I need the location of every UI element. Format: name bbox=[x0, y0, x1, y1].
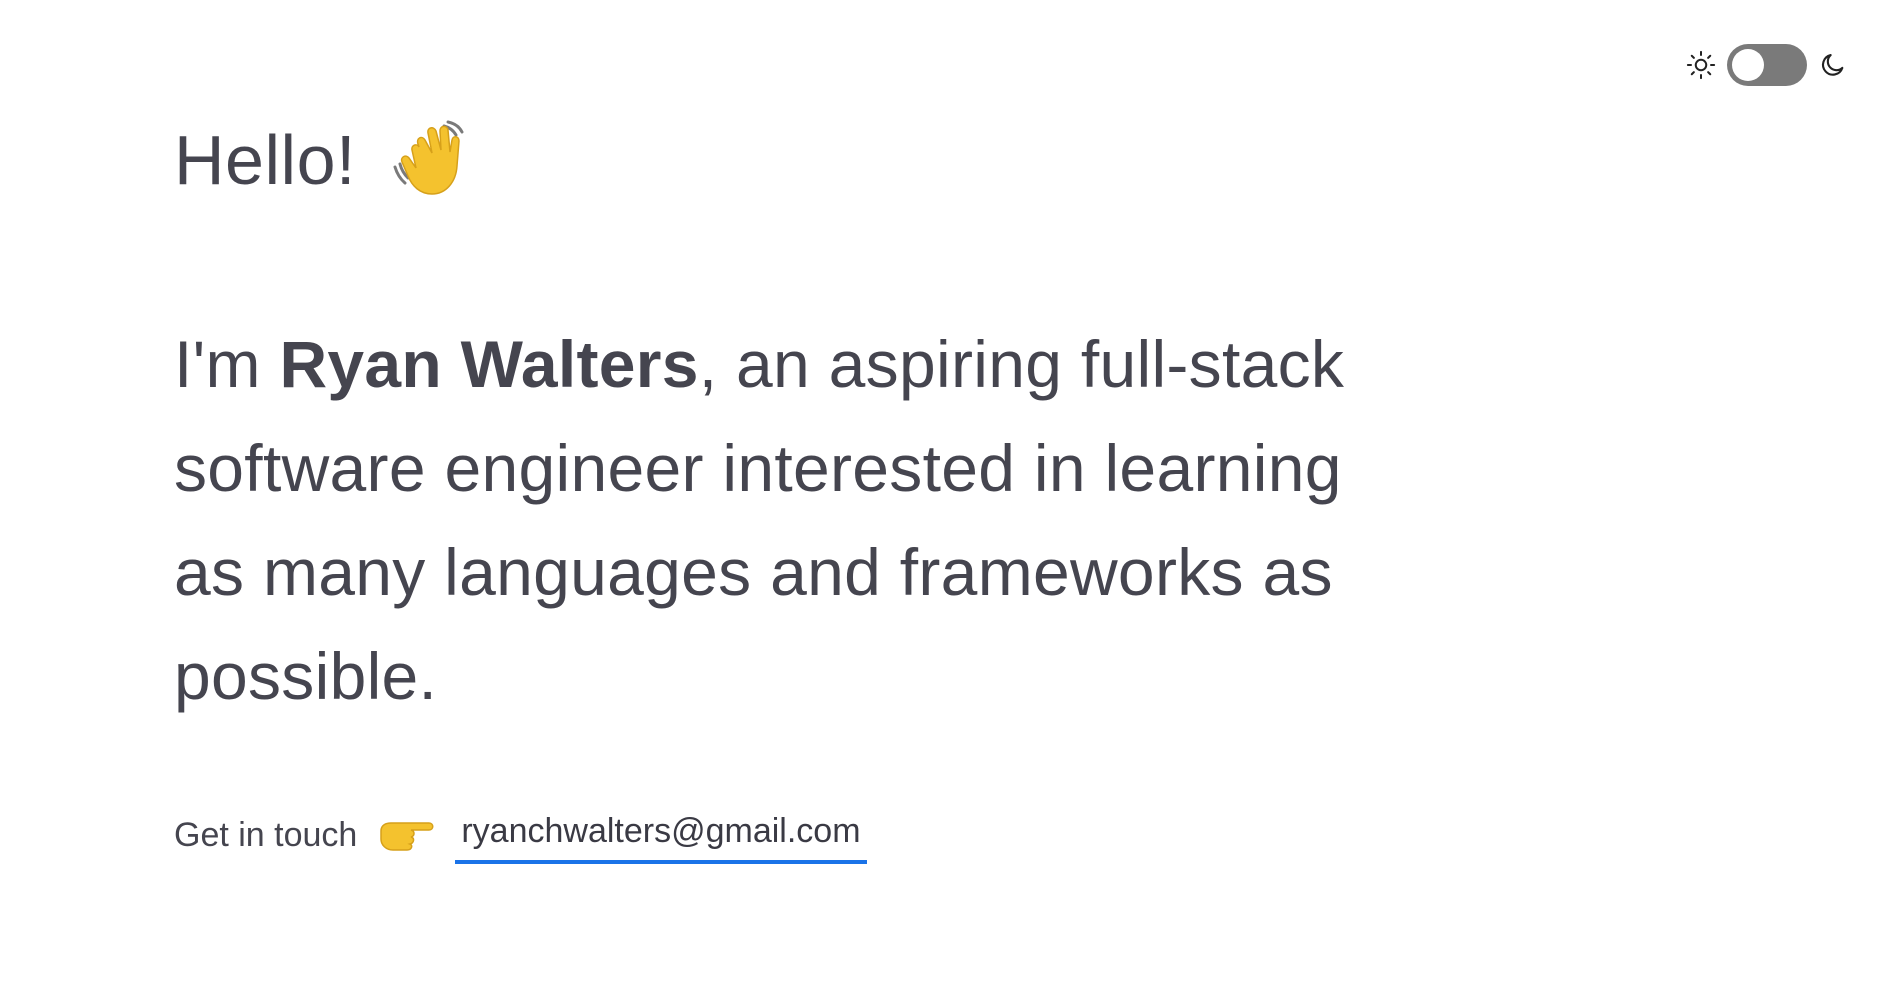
theme-toggle bbox=[1685, 44, 1849, 86]
contact-label: Get in touch bbox=[174, 816, 358, 854]
greeting-text: Hello! bbox=[174, 121, 356, 199]
main-content: Hello! I'm Ryan Walters, an aspiring ful… bbox=[174, 110, 1474, 864]
contact-row: Get in touch ryanchwalters@gmail.com bbox=[174, 806, 1474, 864]
waving-hand-icon bbox=[392, 120, 472, 200]
pointing-right-icon bbox=[377, 813, 435, 857]
dark-mode-switch[interactable] bbox=[1727, 44, 1807, 86]
moon-icon bbox=[1817, 49, 1849, 81]
email-link[interactable]: ryanchwalters@gmail.com bbox=[455, 806, 867, 864]
greeting-heading: Hello! bbox=[174, 110, 1474, 210]
intro-name: Ryan Walters bbox=[279, 327, 699, 401]
intro-prefix: I'm bbox=[174, 327, 280, 401]
intro-paragraph: I'm Ryan Walters, an aspiring full-stack… bbox=[174, 312, 1414, 728]
sun-icon bbox=[1685, 49, 1717, 81]
switch-knob bbox=[1732, 49, 1764, 81]
